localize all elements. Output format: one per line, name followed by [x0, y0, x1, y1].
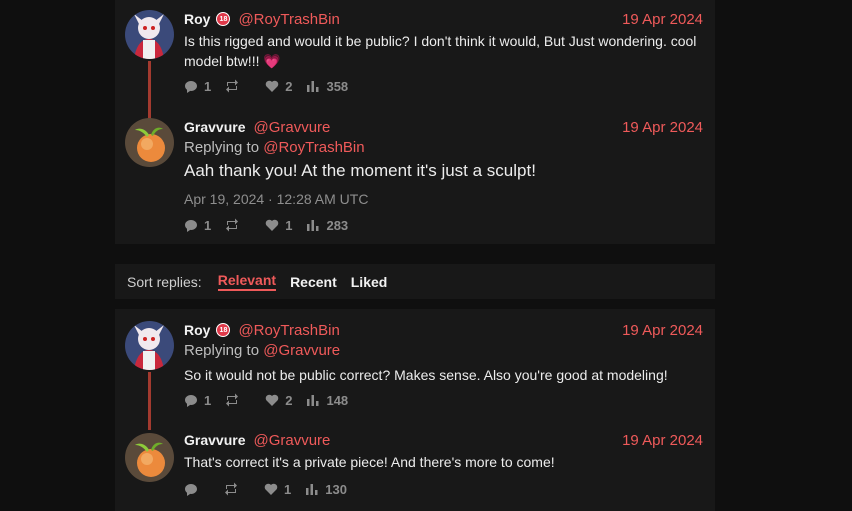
retweet-icon — [226, 79, 239, 93]
tweet-date[interactable]: 19 Apr 2024 — [622, 11, 703, 28]
retweet-button[interactable] — [225, 393, 251, 407]
views-icon — [306, 484, 318, 495]
comment-icon — [185, 220, 197, 232]
author-handle[interactable]: @RoyTrashBin — [238, 322, 339, 339]
reply-tweet[interactable]: Roy 18 @RoyTrashBin 19 Apr 2024 Replying… — [115, 321, 715, 430]
age-badge: 18 — [216, 12, 231, 26]
like-button[interactable]: 2 — [265, 79, 292, 94]
reply-thread-top: Roy 18 @RoyTrashBin 19 Apr 2024 Is this … — [115, 0, 715, 244]
thread-line — [148, 372, 151, 430]
replying-to-handle[interactable]: @Gravvure — [263, 342, 340, 359]
author-name[interactable]: Roy — [184, 11, 210, 27]
avatar[interactable] — [125, 118, 174, 167]
tweet-timestamp[interactable]: Apr 19, 2024 · 12:28 AM UTC — [184, 191, 368, 207]
reply-button[interactable]: 1 — [184, 79, 211, 94]
replying-to: Replying to @RoyTrashBin — [184, 139, 365, 156]
reply-button[interactable] — [184, 482, 210, 496]
tweet-actions: 1 2 148 — [184, 392, 362, 408]
retweet-icon — [225, 482, 237, 496]
views-count: 148 — [306, 393, 348, 408]
author-name[interactable]: Gravvure — [184, 432, 245, 448]
views-icon — [307, 220, 319, 231]
author-handle[interactable]: @Gravvure — [253, 119, 330, 136]
author-handle[interactable]: @Gravvure — [253, 432, 330, 449]
heart-emoji: 💗 — [263, 53, 281, 69]
avatar[interactable] — [125, 433, 174, 482]
sort-liked-tab[interactable]: Liked — [351, 274, 388, 290]
like-button[interactable]: 1 — [265, 218, 292, 233]
tweet-actions: 1 130 — [184, 481, 361, 497]
tweet-date[interactable]: 19 Apr 2024 — [622, 432, 703, 449]
retweet-button[interactable] — [224, 482, 250, 496]
reply-tweet[interactable]: Gravvure @Gravvure 19 Apr 2024 That's co… — [115, 431, 715, 501]
views-icon — [307, 395, 319, 406]
tweet-date[interactable]: 19 Apr 2024 — [622, 322, 703, 339]
reply-thread-bottom: Roy 18 @RoyTrashBin 19 Apr 2024 Replying… — [115, 309, 715, 511]
reply-tweet[interactable]: Gravvure @Gravvure 19 Apr 2024 Replying … — [115, 118, 715, 238]
sort-label: Sort replies: — [127, 273, 202, 290]
avatar[interactable] — [125, 10, 174, 59]
views-icon — [307, 81, 319, 92]
heart-icon — [265, 80, 279, 92]
heart-icon — [264, 483, 278, 495]
sort-replies-bar: Sort replies: Relevant Recent Liked — [115, 264, 715, 299]
age-badge: 18 — [216, 323, 231, 337]
tweet-text: That's correct it's a private piece! And… — [184, 454, 555, 470]
tweet-actions: 1 1 283 — [184, 217, 362, 233]
like-button[interactable]: 1 — [264, 482, 291, 497]
heart-icon — [265, 219, 279, 231]
reply-button[interactable]: 1 — [184, 393, 211, 408]
views-count: 358 — [306, 79, 348, 94]
reply-button[interactable]: 1 — [184, 218, 211, 233]
reply-tweet[interactable]: Roy 18 @RoyTrashBin 19 Apr 2024 Is this … — [115, 10, 715, 121]
retweet-icon — [226, 393, 239, 407]
replying-to: Replying to @Gravvure — [184, 342, 341, 359]
comment-icon — [185, 484, 197, 496]
heart-icon — [265, 394, 279, 406]
tweet-text: So it would not be public correct? Makes… — [184, 367, 668, 383]
avatar[interactable] — [125, 321, 174, 370]
retweet-button[interactable] — [225, 79, 251, 93]
sort-relevant-tab[interactable]: Relevant — [217, 272, 277, 291]
thread-line — [148, 61, 151, 121]
comment-icon — [185, 81, 197, 93]
tweet-text: Is this rigged and would it be public? I… — [184, 33, 697, 69]
author-name[interactable]: Gravvure — [184, 119, 245, 135]
views-count: 130 — [305, 482, 347, 497]
views-count: 283 — [306, 218, 348, 233]
comment-icon — [185, 395, 197, 407]
like-button[interactable]: 2 — [265, 393, 292, 408]
sort-recent-tab[interactable]: Recent — [290, 274, 337, 290]
tweet-date[interactable]: 19 Apr 2024 — [622, 119, 703, 136]
author-name[interactable]: Roy — [184, 322, 210, 338]
tweet-actions: 1 2 358 — [184, 78, 362, 94]
author-handle[interactable]: @RoyTrashBin — [238, 11, 339, 28]
retweet-icon — [226, 218, 239, 232]
retweet-button[interactable] — [225, 218, 251, 232]
tweet-text: Aah thank you! At the moment it's just a… — [184, 161, 536, 180]
replying-to-handle[interactable]: @RoyTrashBin — [263, 139, 364, 156]
